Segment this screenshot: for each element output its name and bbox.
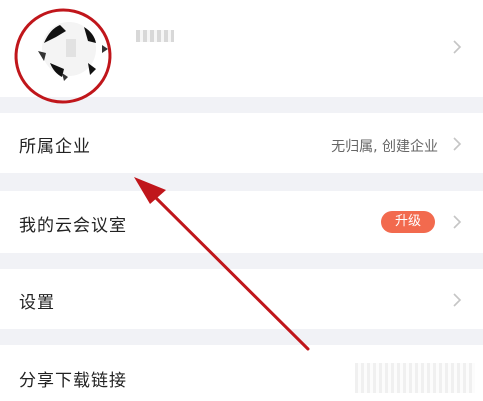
enterprise-value: 无归属, 创建企业 xyxy=(331,139,438,155)
section-divider xyxy=(0,253,483,269)
username-placeholder xyxy=(136,30,174,42)
chevron-right-icon xyxy=(453,40,462,54)
avatar-icon xyxy=(38,22,108,81)
chevron-right-icon xyxy=(453,293,462,307)
section-divider xyxy=(0,329,483,345)
chevron-right-icon xyxy=(453,137,462,151)
meeting-room-label: 我的云会议室 xyxy=(19,216,127,236)
enterprise-label: 所属企业 xyxy=(19,137,91,157)
watermark xyxy=(355,363,475,393)
section-divider xyxy=(0,97,483,113)
chevron-right-icon xyxy=(453,215,462,229)
menu-item-settings[interactable]: 设置 xyxy=(0,269,483,329)
menu-item-meeting-room[interactable]: 我的云会议室 升级 xyxy=(0,191,483,253)
settings-label: 设置 xyxy=(19,293,55,313)
upgrade-badge[interactable]: 升级 xyxy=(381,211,435,233)
section-divider xyxy=(0,173,483,191)
menu-item-enterprise[interactable]: 所属企业 无归属, 创建企业 xyxy=(0,113,483,173)
share-label: 分享下载链接 xyxy=(19,371,127,391)
profile-row[interactable] xyxy=(0,0,483,97)
